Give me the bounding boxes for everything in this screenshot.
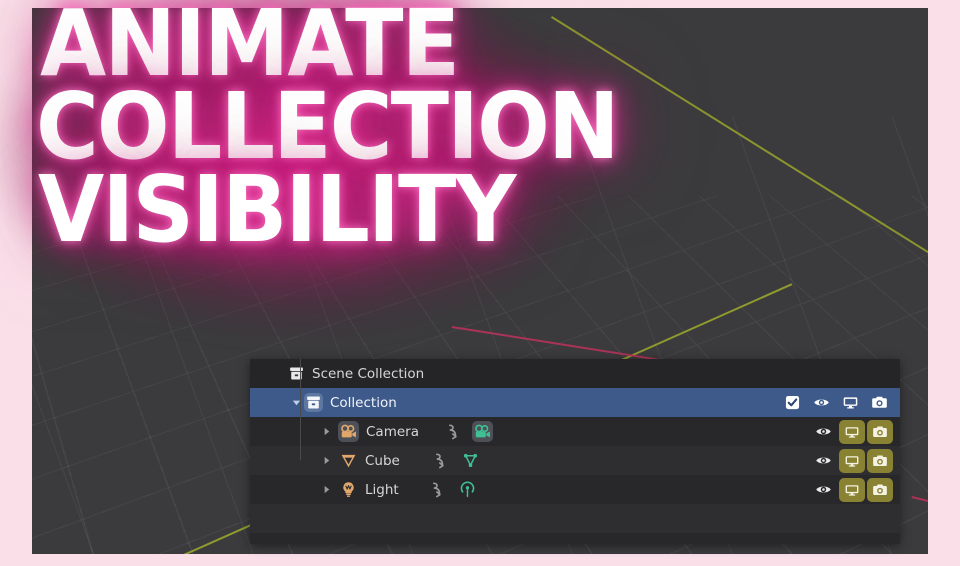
outliner-row-label: Scene Collection (312, 366, 424, 382)
restrict-toggles-camera[interactable] (809, 417, 894, 446)
restrict-toggles-light[interactable] (809, 475, 894, 504)
outliner-row-light[interactable]: Light (250, 475, 900, 504)
restrict-toggles-cube[interactable] (809, 446, 894, 475)
chevron-right-icon[interactable] (318, 455, 334, 466)
outliner-empty-row[interactable] (250, 533, 900, 544)
object-mesh-icon[interactable] (339, 451, 358, 470)
outliner-row-collection[interactable]: Collection (250, 388, 900, 417)
outliner-row-cube[interactable]: Cube (250, 446, 900, 475)
checkbox-icon[interactable] (778, 390, 807, 415)
chevron-right-icon[interactable] (318, 484, 334, 495)
camera-icon[interactable] (865, 390, 894, 415)
camera-icon[interactable] (867, 449, 893, 473)
outliner-row-label: Collection (330, 395, 397, 411)
outliner-row-scene-collection[interactable]: Scene Collection (250, 359, 900, 388)
outliner-row-label: Camera (366, 424, 419, 440)
chevron-down-icon[interactable] (288, 397, 304, 408)
chevron-right-icon[interactable] (318, 426, 334, 437)
monitor-icon[interactable] (836, 390, 865, 415)
tree-indent-guide (300, 359, 301, 460)
eye-icon[interactable] (809, 419, 838, 444)
monitor-icon[interactable] (839, 420, 865, 444)
object-camera-icon[interactable] (338, 421, 359, 442)
collection-icon[interactable] (304, 393, 323, 412)
eye-icon[interactable] (809, 477, 838, 502)
outliner-panel[interactable]: Scene Collection Collection Camera Cube … (250, 359, 900, 544)
outliner-row-camera[interactable]: Camera (250, 417, 900, 446)
outliner-row-label: Light (365, 482, 399, 498)
outliner-row-label: Cube (365, 453, 400, 469)
outliner-empty-row[interactable] (250, 504, 900, 533)
camera-icon[interactable] (867, 478, 893, 502)
camera-icon[interactable] (867, 420, 893, 444)
monitor-icon[interactable] (839, 478, 865, 502)
collection-icon (288, 365, 305, 382)
monitor-icon[interactable] (839, 449, 865, 473)
mesh-data-icon[interactable] (461, 451, 480, 470)
data-link-arrow-icon (432, 450, 453, 471)
light-data-icon[interactable] (458, 480, 477, 499)
camera-data-icon[interactable] (472, 421, 493, 442)
data-link-arrow-icon (429, 479, 450, 500)
eye-icon[interactable] (807, 390, 836, 415)
thumbnail-frame: ANIMATE COLLECTION VISIBILITY Scene Coll… (0, 0, 960, 566)
object-light-icon[interactable] (339, 480, 358, 499)
restrict-toggles-collection[interactable] (778, 388, 894, 417)
eye-icon[interactable] (809, 448, 838, 473)
data-link-arrow-icon (445, 421, 466, 442)
